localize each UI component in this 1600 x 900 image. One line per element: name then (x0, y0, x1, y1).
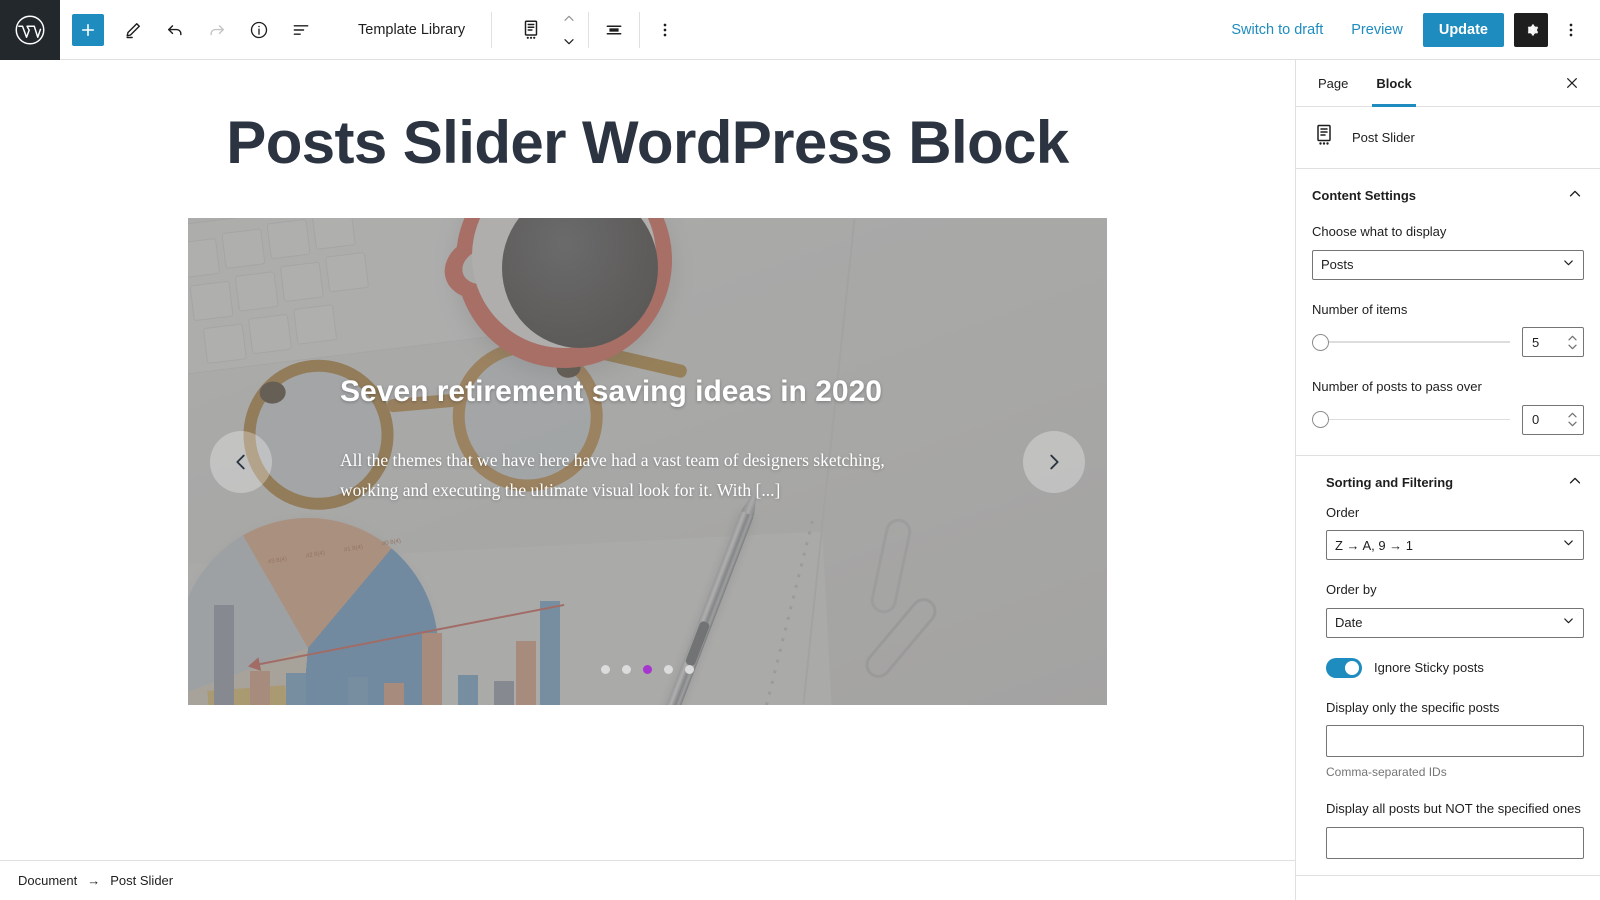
field-order: Order Z → A, 9 → 1 (1326, 503, 1584, 560)
panel-content-settings: Content Settings Choose what to display … (1296, 169, 1600, 456)
number-of-posts-to-pass-over-stepper[interactable]: 0 (1522, 404, 1584, 435)
slide-text-content: Seven retirement saving ideas in 2020 Al… (340, 373, 977, 505)
panel-title: Sorting and Filtering (1326, 474, 1454, 490)
slider-dot-1[interactable] (601, 665, 610, 674)
panel-content-settings-header[interactable]: Content Settings (1296, 169, 1600, 222)
tab-page[interactable]: Page (1304, 60, 1362, 106)
post-slider-block-icon (1312, 123, 1336, 152)
close-icon[interactable] (1552, 60, 1592, 106)
order-select[interactable]: Z → A, 9 → 1 (1326, 530, 1584, 560)
breadcrumb: Document → Post Slider (0, 860, 1295, 900)
field-choose-what-to-display: Choose what to display Posts (1312, 222, 1584, 280)
order-by-label: Order by (1326, 582, 1377, 597)
panel-sorting-and-filtering-body: Order Z → A, 9 → 1 Order by Date Ignore … (1296, 503, 1600, 875)
template-library-button[interactable]: Template Library (336, 22, 487, 38)
field-display-all-but-not: Display all posts but NOT the specified … (1326, 799, 1584, 859)
display-only-specific-posts-input[interactable] (1326, 725, 1584, 757)
breadcrumb-item-document[interactable]: Document (18, 873, 77, 888)
more-options-icon[interactable] (1554, 13, 1588, 47)
display-all-but-not-input[interactable] (1326, 826, 1584, 859)
block-mover (554, 8, 584, 52)
order-label: Order (1326, 504, 1360, 520)
display-only-specific-posts-help: Comma-separated IDs (1326, 765, 1447, 779)
sidebar-scroll-area[interactable]: Post Slider Content Settings Choose what… (1296, 107, 1600, 900)
slider-thumb[interactable] (1312, 411, 1329, 428)
page-title[interactable]: Posts Slider WordPress Block (0, 94, 1295, 176)
slider-dot-5[interactable] (685, 665, 694, 674)
toolbar-edit-group (112, 0, 322, 60)
choose-what-to-display-select[interactable]: Posts (1312, 249, 1584, 280)
slide-title[interactable]: Seven retirement saving ideas in 2020 (340, 373, 977, 411)
number-of-items-slider[interactable] (1312, 327, 1510, 357)
editor-canvas[interactable]: Posts Slider WordPress Block Seven retir… (0, 60, 1295, 900)
block-name: Post Slider (1352, 130, 1415, 145)
field-number-of-posts-to-pass-over: Number of posts to pass over 0 (1312, 377, 1584, 435)
stepper-arrows-icon[interactable] (1561, 412, 1583, 427)
number-of-items-stepper[interactable]: 5 (1522, 327, 1584, 357)
toolbar-divider-2 (588, 11, 590, 48)
panel-content-settings-body: Choose what to display Posts Number of i… (1296, 222, 1600, 455)
update-button[interactable]: Update (1422, 12, 1504, 47)
selected-block-toolbar (496, 8, 584, 52)
wordpress-logo-icon[interactable] (0, 0, 60, 60)
chevron-up-icon (1566, 472, 1584, 493)
number-of-items-value: 5 (1532, 334, 1540, 350)
move-block-up-button[interactable] (555, 9, 583, 29)
redo-icon[interactable] (196, 9, 238, 51)
field-ignore-sticky-posts: Ignore Sticky posts (1326, 657, 1584, 678)
field-display-only-specific-posts: Display only the specific posts Comma-se… (1326, 698, 1584, 779)
tab-block[interactable]: Block (1362, 60, 1425, 107)
panel-sorting-and-filtering-header[interactable]: Sorting and Filtering (1296, 456, 1600, 503)
toolbar-right-group: Switch to draft Preview Update (1217, 12, 1600, 47)
undo-icon[interactable] (154, 9, 196, 51)
slider-thumb[interactable] (1312, 333, 1329, 351)
field-number-of-items: Number of items 5 (1312, 300, 1584, 357)
stepper-arrows-icon[interactable] (1561, 335, 1583, 350)
display-all-but-not-label: Display all posts but NOT the specified … (1326, 801, 1581, 816)
info-circle-icon[interactable] (238, 9, 280, 51)
number-of-posts-to-pass-over-label: Number of posts to pass over (1312, 379, 1482, 394)
breadcrumb-separator: → (87, 873, 101, 888)
post-slider-block[interactable]: #3 8(4) #2 8(4) #1 8(4) #0 8(4) (188, 218, 1107, 705)
editor-toolbar: Template Library Switch to draft Preview… (0, 0, 1600, 60)
slider-dot-2[interactable] (622, 665, 631, 674)
slide: #3 8(4) #2 8(4) #1 8(4) #0 8(4) (188, 218, 1107, 705)
slider-pagination-dots (188, 665, 1107, 674)
number-of-posts-to-pass-over-value: 0 (1532, 412, 1540, 427)
display-only-specific-posts-label: Display only the specific posts (1326, 699, 1500, 715)
field-order-by: Order by Date (1326, 580, 1584, 638)
selected-block-card: Post Slider (1296, 107, 1600, 169)
panel-sorting-and-filtering: Sorting and Filtering Order Z → A, 9 → 1 (1296, 456, 1600, 876)
align-center-icon[interactable] (593, 9, 635, 51)
choose-what-to-display-label: Choose what to display (1312, 224, 1447, 239)
number-of-items-label: Number of items (1312, 301, 1408, 317)
add-block-button[interactable] (72, 13, 104, 46)
preview-button[interactable]: Preview (1337, 14, 1417, 46)
slider-dot-4[interactable] (664, 665, 673, 674)
post-slider-block-icon[interactable] (510, 9, 552, 51)
toolbar-divider-3 (639, 11, 641, 48)
breadcrumb-item-post-slider[interactable]: Post Slider (110, 873, 173, 888)
ignore-sticky-posts-toggle[interactable] (1326, 657, 1362, 678)
ignore-sticky-posts-label: Ignore Sticky posts (1374, 660, 1484, 675)
wordpress-block-editor: Template Library Switch to draft Preview… (0, 0, 1600, 900)
move-block-down-button[interactable] (555, 31, 583, 51)
slide-excerpt: All the themes that we have here have ha… (340, 449, 885, 500)
sidebar-tabs: Page Block (1296, 60, 1600, 107)
list-view-icon[interactable] (280, 9, 322, 51)
pencil-tools-icon[interactable] (112, 9, 154, 51)
order-by-select[interactable]: Date (1326, 607, 1584, 638)
chevron-right-icon[interactable] (1023, 430, 1085, 493)
slider-dot-3[interactable] (643, 665, 652, 674)
chevron-up-icon (1566, 185, 1584, 206)
toolbar-divider-1 (491, 11, 493, 48)
settings-sidebar: Page Block Post Slider Content Settings … (1295, 60, 1600, 900)
number-of-posts-to-pass-over-slider[interactable] (1312, 405, 1510, 435)
chevron-left-icon[interactable] (210, 430, 272, 493)
gear-icon[interactable] (1514, 12, 1548, 47)
panel-title: Content Settings (1312, 188, 1416, 203)
switch-to-draft-button[interactable]: Switch to draft (1217, 14, 1337, 46)
editor-body: Posts Slider WordPress Block Seven retir… (0, 60, 1600, 900)
block-options-icon[interactable] (644, 9, 686, 51)
